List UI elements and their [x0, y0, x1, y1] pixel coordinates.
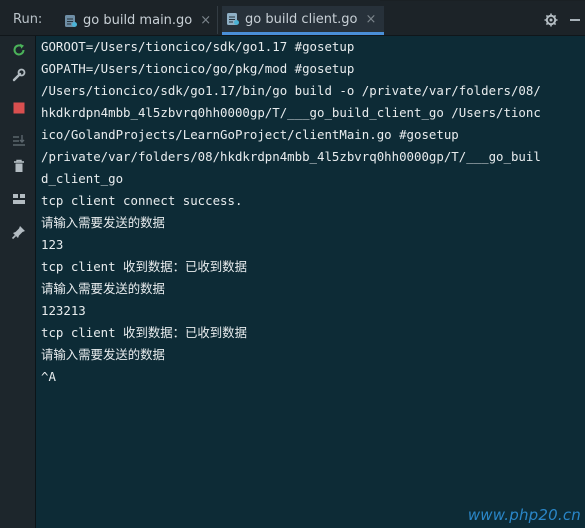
console-line: 请输入需要发送的数据	[41, 281, 165, 296]
watermark: www.php20.cn	[467, 506, 581, 524]
console-line: /Users/tioncico/sdk/go1.17/bin/go build …	[41, 83, 541, 98]
tab-go-build-client[interactable]: go build client.go ×	[222, 6, 384, 35]
wrench-icon[interactable]	[11, 67, 27, 83]
gear-icon[interactable]	[544, 12, 558, 27]
console-line: tcp client 收到数据：已收到数据	[41, 325, 247, 340]
console-line: hkdkrdpn4mbb_4l5zbvrq0hh0000gp/T/___go_b…	[41, 105, 541, 120]
console-line: GOPATH=/Users/tioncico/go/pkg/mod #goset…	[41, 61, 355, 76]
go-file-icon	[64, 14, 78, 28]
console-line: d_client_go	[41, 171, 124, 186]
console-output[interactable]: GOROOT=/Users/tioncico/sdk/go1.17 #goset…	[41, 36, 583, 516]
tab-label: go build main.go	[83, 13, 193, 28]
stop-icon[interactable]	[11, 100, 27, 116]
close-icon[interactable]: ×	[200, 13, 211, 28]
layout-icon[interactable]	[11, 191, 27, 207]
console-line: tcp client connect success.	[41, 193, 243, 208]
console-line: 123213	[41, 303, 86, 318]
go-file-icon	[226, 12, 240, 26]
console-line: /private/var/folders/08/hkdkrdpn4mbb_4l5…	[41, 149, 541, 164]
console-line: 请输入需要发送的数据	[41, 215, 165, 230]
console-line: GOROOT=/Users/tioncico/sdk/go1.17 #goset…	[41, 39, 355, 54]
console-line: 请输入需要发送的数据	[41, 347, 165, 362]
tab-go-build-main[interactable]: go build main.go ×	[60, 6, 212, 35]
console-line: 123	[41, 237, 64, 252]
tab-label: go build client.go	[245, 11, 358, 27]
header-divider	[380, 0, 585, 1]
console-line: tcp client 收到数据：已收到数据	[41, 259, 247, 274]
run-tool-window-header: Run: go build main.go × go build client.…	[0, 0, 585, 36]
close-icon[interactable]: ×	[365, 12, 376, 27]
sort-icon[interactable]	[11, 133, 27, 149]
trash-icon[interactable]	[11, 158, 27, 174]
run-toolbar	[0, 36, 36, 528]
run-label: Run:	[13, 12, 43, 27]
console-line: ico/GolandProjects/LearnGoProject/client…	[41, 127, 459, 142]
rerun-icon[interactable]	[11, 42, 27, 58]
tab-divider	[217, 6, 218, 34]
console-line: ^A	[41, 369, 56, 384]
minimize-icon[interactable]	[570, 19, 580, 21]
pin-icon[interactable]	[11, 224, 27, 240]
